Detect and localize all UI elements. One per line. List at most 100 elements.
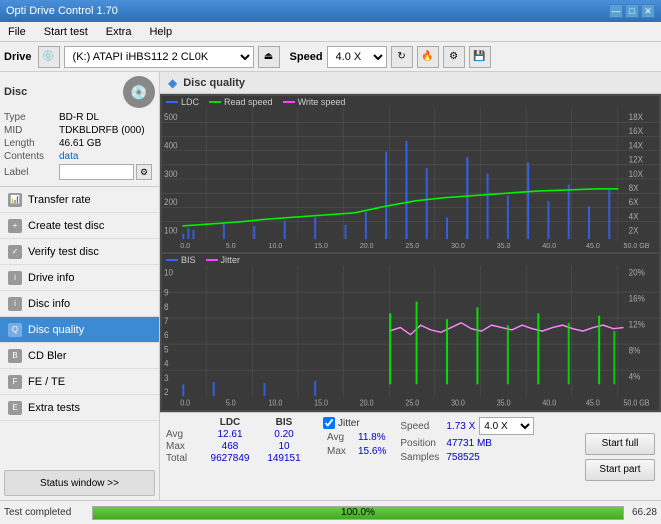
- menu-help[interactable]: Help: [145, 24, 176, 40]
- nav-item-cd-bler[interactable]: B CD Bler: [0, 343, 159, 369]
- toolbar: Drive 💿 (K:) ATAPI iHBS112 2 CL0K ⏏ Spee…: [0, 42, 661, 72]
- svg-text:20.0: 20.0: [360, 398, 374, 408]
- nav-item-disc-quality[interactable]: Q Disc quality: [0, 317, 159, 343]
- svg-text:5.0: 5.0: [226, 398, 236, 408]
- menu-bar: File Start test Extra Help: [0, 22, 661, 42]
- svg-text:30.0: 30.0: [451, 398, 465, 408]
- svg-text:10X: 10X: [629, 169, 644, 179]
- svg-text:200: 200: [164, 197, 178, 207]
- svg-text:8X: 8X: [629, 183, 639, 193]
- bis-chart: BIS Jitter: [162, 254, 659, 410]
- progress-bar-container: 100.0%: [92, 506, 624, 520]
- start-part-button[interactable]: Start part: [585, 459, 655, 481]
- save-button[interactable]: 💾: [469, 46, 491, 68]
- menu-file[interactable]: File: [4, 24, 30, 40]
- avg-bis: 0.20: [259, 429, 309, 440]
- nav-label-cd-bler: CD Bler: [28, 350, 67, 362]
- maximize-button[interactable]: □: [625, 4, 639, 18]
- svg-text:25.0: 25.0: [405, 398, 419, 408]
- minimize-button[interactable]: —: [609, 4, 623, 18]
- max-ldc: 468: [205, 441, 255, 452]
- close-button[interactable]: ✕: [641, 4, 655, 18]
- burn-button[interactable]: 🔥: [417, 46, 439, 68]
- speed-key: Speed: [400, 421, 442, 432]
- fe-te-icon: F: [8, 375, 22, 389]
- label-button[interactable]: ⚙: [136, 164, 152, 180]
- status-bar: Test completed 100.0% 66.28: [0, 500, 661, 524]
- eject-button[interactable]: ⏏: [258, 46, 280, 68]
- nav-items: 📊 Transfer rate + Create test disc ✓ Ver…: [0, 187, 159, 466]
- jitter-checkbox[interactable]: [323, 417, 335, 429]
- jitter-legend-label: Jitter: [221, 255, 241, 265]
- svg-text:35.0: 35.0: [497, 241, 511, 250]
- contents-label: Contents: [4, 151, 59, 162]
- nav-item-drive-info[interactable]: i Drive info: [0, 265, 159, 291]
- status-text: Test completed: [4, 507, 84, 518]
- refresh-button[interactable]: ↻: [391, 46, 413, 68]
- nav-item-transfer-rate[interactable]: 📊 Transfer rate: [0, 187, 159, 213]
- verify-test-disc-icon: ✓: [8, 245, 22, 259]
- menu-extra[interactable]: Extra: [102, 24, 136, 40]
- readspeed-legend-color: [209, 101, 221, 103]
- bis-legend: BIS Jitter: [162, 254, 659, 266]
- svg-text:50.0 GB: 50.0 GB: [624, 241, 650, 250]
- writespeed-legend-color: [283, 101, 295, 103]
- create-test-disc-icon: +: [8, 219, 22, 233]
- menu-start-test[interactable]: Start test: [40, 24, 92, 40]
- speed-position-stats: Speed 1.73 X 4.0 X Position 47731 MB Sam…: [400, 417, 534, 496]
- ldc-legend-color: [166, 101, 178, 103]
- label-input[interactable]: [59, 164, 134, 180]
- total-bis: 149151: [259, 453, 309, 464]
- jitter-max-val: 15.6%: [358, 446, 386, 457]
- ldc-chart: LDC Read speed Write speed: [162, 96, 659, 252]
- status-window-button[interactable]: Status window >>: [4, 470, 155, 496]
- stats-panel: LDC BIS Avg 12.61 0.20 Max 468 10 Total …: [160, 412, 661, 500]
- start-full-button[interactable]: Start full: [585, 433, 655, 455]
- jitter-max-label: Max: [327, 446, 355, 457]
- svg-text:9: 9: [164, 287, 169, 298]
- quality-title: Disc quality: [183, 77, 245, 89]
- type-label: Type: [4, 112, 59, 123]
- nav-item-disc-info[interactable]: i Disc info: [0, 291, 159, 317]
- status-right-val: 66.28: [632, 507, 657, 518]
- svg-text:40.0: 40.0: [542, 398, 556, 408]
- max-label: Max: [166, 441, 201, 452]
- svg-text:2X: 2X: [629, 225, 639, 235]
- total-ldc: 9627849: [205, 453, 255, 464]
- speed-select[interactable]: 4.0 X: [327, 46, 387, 68]
- drive-select[interactable]: (K:) ATAPI iHBS112 2 CL0K: [64, 46, 254, 68]
- jitter-avg-label: Avg: [327, 432, 355, 443]
- svg-text:400: 400: [164, 140, 178, 150]
- avg-label: Avg: [166, 429, 201, 440]
- svg-text:3: 3: [164, 372, 169, 383]
- svg-text:6: 6: [164, 330, 169, 341]
- svg-text:16X: 16X: [629, 126, 644, 136]
- length-value: 46.61 GB: [59, 138, 101, 149]
- position-key: Position: [400, 438, 442, 449]
- ldc-legend-label: LDC: [181, 97, 199, 107]
- svg-text:5: 5: [164, 344, 169, 355]
- svg-text:300: 300: [164, 169, 178, 179]
- avg-ldc: 12.61: [205, 429, 255, 440]
- svg-text:0.0: 0.0: [180, 398, 190, 408]
- cd-bler-icon: B: [8, 349, 22, 363]
- speed-value: 1.73 X: [446, 421, 475, 432]
- label-label: Label: [4, 167, 59, 178]
- nav-item-verify-test-disc[interactable]: ✓ Verify test disc: [0, 239, 159, 265]
- speed-select-stats[interactable]: 4.0 X: [479, 417, 534, 435]
- nav-item-extra-tests[interactable]: E Extra tests: [0, 395, 159, 421]
- svg-text:100: 100: [164, 225, 178, 235]
- ldc-header: LDC: [205, 417, 255, 428]
- bis-chart-svg: 10 9 8 7 6 5 4 3 2 20% 16% 12% 8% 4%: [162, 266, 659, 408]
- nav-item-create-test-disc[interactable]: + Create test disc: [0, 213, 159, 239]
- nav-item-fe-te[interactable]: F FE / TE: [0, 369, 159, 395]
- app-title: Opti Drive Control 1.70: [6, 5, 118, 17]
- speed-label: Speed: [290, 51, 323, 63]
- svg-text:8%: 8%: [629, 345, 641, 356]
- svg-text:15.0: 15.0: [314, 241, 328, 250]
- svg-text:4: 4: [164, 358, 169, 369]
- settings-button[interactable]: ⚙: [443, 46, 465, 68]
- ldc-chart-svg: 500 400 300 200 100 18X 16X 14X 12X 10X …: [162, 108, 659, 250]
- max-bis: 10: [259, 441, 309, 452]
- drive-icon-btn[interactable]: 💿: [38, 46, 60, 68]
